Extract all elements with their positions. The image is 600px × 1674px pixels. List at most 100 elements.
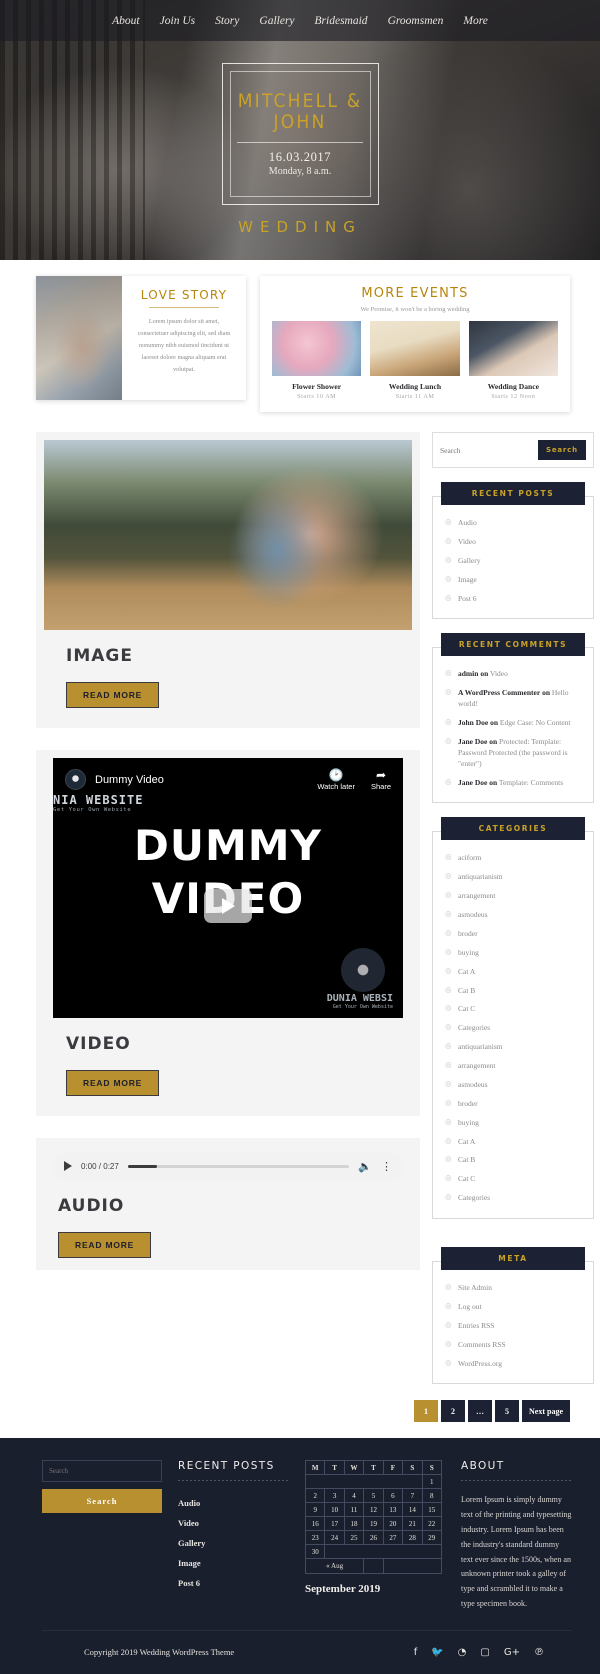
footer-post-link[interactable]: Audio [178,1498,200,1508]
calendar-day[interactable]: 11 [343,1502,365,1518]
list-item[interactable]: Video [178,1513,289,1533]
calendar-day[interactable]: 9 [304,1502,326,1518]
nav-link-more[interactable]: More [453,15,497,27]
event-item[interactable]: Flower Shower Starts 10 AM [272,321,362,400]
video-player[interactable]: Dummy Video 🕑 Watch later ➦ Share NIA WE… [53,758,403,1018]
list-item[interactable]: buying [445,944,581,963]
calendar-day[interactable]: 1 [421,1474,443,1490]
list-item[interactable]: Cat C [445,1000,581,1019]
comment-author[interactable]: John Doe [458,718,488,727]
recent-post-link[interactable]: Audio [458,518,477,527]
list-item[interactable]: aciform [445,849,581,868]
list-item[interactable]: Comments RSS [445,1336,581,1355]
category-link[interactable]: aciform [458,853,481,862]
calendar-day[interactable]: 21 [402,1516,423,1532]
pagination-next-button[interactable]: Next page [522,1400,570,1423]
category-link[interactable]: Cat A [458,1137,475,1146]
audio-player[interactable]: 0:00 / 0:27 🔈 ⋮ [52,1152,404,1180]
list-item[interactable]: Jane Doe on Protected: Template: Passwor… [445,733,581,774]
list-item[interactable]: WordPress.org [445,1355,581,1374]
list-item[interactable]: Jane Doe on Template: Comments [445,774,581,793]
list-item[interactable]: A WordPress Commenter on Hello world! [445,684,581,714]
list-item[interactable]: Cat A [445,1133,581,1152]
list-item[interactable]: Image [178,1553,289,1573]
meta-link[interactable]: Log out [458,1302,482,1311]
recent-post-link[interactable]: Post 6 [458,594,477,603]
calendar-day[interactable]: 18 [343,1516,365,1532]
watch-later-button[interactable]: 🕑 Watch later [317,768,355,791]
calendar-day[interactable]: 8 [421,1488,443,1504]
calendar-day[interactable]: 6 [382,1488,404,1504]
list-item[interactable]: Audio [178,1493,289,1513]
category-link[interactable]: Cat A [458,967,475,976]
calendar-day[interactable]: 20 [382,1516,404,1532]
list-item[interactable]: Cat B [445,1151,581,1170]
category-link[interactable]: broder [458,1099,478,1108]
calendar-day[interactable]: 29 [421,1530,443,1546]
calendar-day[interactable]: 27 [382,1530,404,1546]
list-item[interactable]: Entries RSS [445,1317,581,1336]
list-item[interactable]: Cat C [445,1170,581,1189]
audio-play-icon[interactable] [64,1161,72,1171]
share-button[interactable]: ➦ Share [371,768,391,791]
google-plus-icon[interactable]: G+ [504,1647,520,1658]
nav-link-groomsmen[interactable]: Groomsmen [378,15,454,27]
list-item[interactable]: buying [445,1114,581,1133]
list-item[interactable]: antiquarianism [445,868,581,887]
nav-item-more[interactable]: More [453,15,497,27]
nav-item-story[interactable]: Story [205,15,249,27]
list-item[interactable]: Post 6 [178,1573,289,1593]
audio-progress-track[interactable] [127,1164,350,1168]
calendar-day[interactable]: 28 [402,1530,423,1546]
list-item[interactable]: asmodeus [445,1076,581,1095]
calendar-day[interactable]: 10 [324,1502,345,1518]
category-link[interactable]: Cat C [458,1174,475,1183]
footer-post-link[interactable]: Gallery [178,1538,205,1548]
calendar-day[interactable]: 5 [363,1488,384,1504]
category-link[interactable]: broder [458,929,478,938]
comment-author[interactable]: admin [458,669,478,678]
list-item[interactable]: Post 6 [445,590,581,609]
nav-link-story[interactable]: Story [205,15,249,27]
calendar-day[interactable]: 26 [363,1530,384,1546]
list-item[interactable]: Categories [445,1019,581,1038]
calendar-day[interactable]: 17 [324,1516,345,1532]
meta-link[interactable]: Entries RSS [458,1321,494,1330]
calendar-day[interactable]: 23 [304,1530,326,1546]
category-link[interactable]: Cat B [458,986,475,995]
calendar-day[interactable]: 14 [402,1502,423,1518]
calendar-next-month[interactable] [382,1558,443,1575]
comment-author[interactable]: Jane Doe [458,737,487,746]
event-item[interactable]: Wedding Lunch Starts 11 AM [370,321,460,400]
list-item[interactable]: broder [445,925,581,944]
category-link[interactable]: arrangement [458,891,495,900]
list-item[interactable]: Gallery [178,1533,289,1553]
event-item[interactable]: Wedding Dance Starts 12 Noon [468,321,558,400]
audio-more-options-icon[interactable]: ⋮ [381,1160,392,1173]
list-item[interactable]: arrangement [445,1057,581,1076]
nav-link-gallery[interactable]: Gallery [249,15,304,27]
nav-link-bridesmaid[interactable]: Bridesmaid [305,15,378,27]
category-link[interactable]: Categories [458,1023,490,1032]
footer-post-link[interactable]: Image [178,1558,201,1568]
twitter-icon[interactable]: 🐦 [431,1647,443,1658]
calendar-day[interactable]: 16 [304,1516,326,1532]
category-link[interactable]: buying [458,948,479,957]
footer-post-link[interactable]: Post 6 [178,1578,200,1588]
calendar-day[interactable]: 3 [324,1488,345,1504]
list-item[interactable]: asmodeus [445,906,581,925]
list-item[interactable]: Categories [445,1189,581,1208]
facebook-icon[interactable]: f [414,1647,418,1658]
meta-link[interactable]: Site Admin [458,1283,492,1292]
nav-link-about[interactable]: About [102,15,149,27]
rss-icon[interactable]: ◔ [458,1647,467,1658]
list-item[interactable]: Site Admin [445,1279,581,1298]
volume-icon[interactable]: 🔈 [358,1160,372,1173]
pagination-page-5[interactable]: 5 [495,1400,519,1423]
footer-search-button[interactable]: Search [42,1489,162,1514]
list-item[interactable]: Log out [445,1298,581,1317]
list-item[interactable]: Video [445,533,581,552]
search-input[interactable] [440,445,533,455]
calendar-day[interactable]: 25 [343,1530,365,1546]
play-button[interactable] [204,889,252,924]
